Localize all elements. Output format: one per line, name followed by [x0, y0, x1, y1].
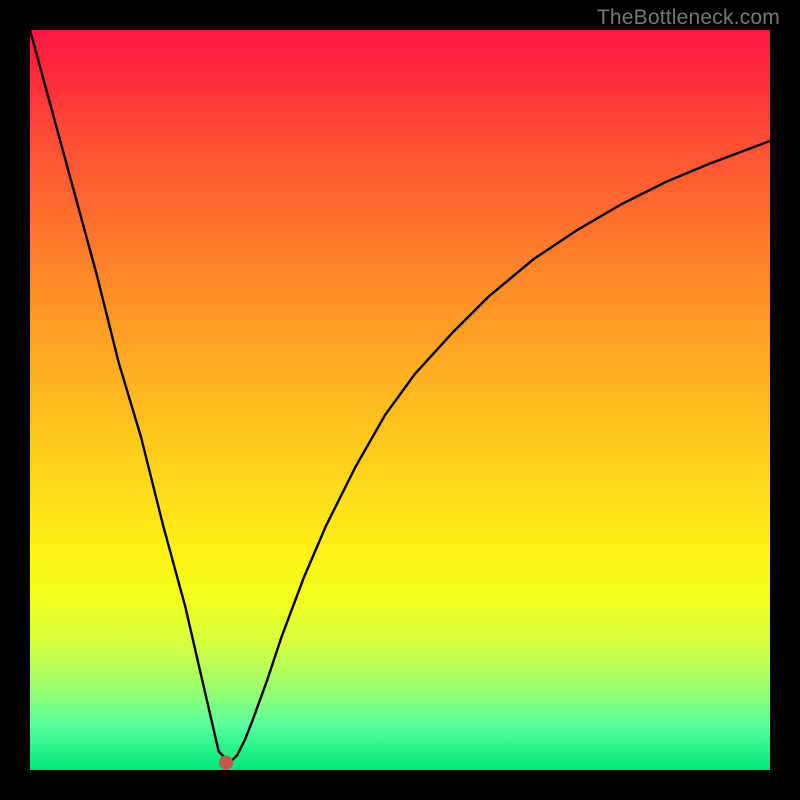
plot-background-gradient — [30, 30, 770, 770]
chart-frame: TheBottleneck.com — [0, 0, 800, 800]
watermark-text: TheBottleneck.com — [597, 6, 780, 30]
